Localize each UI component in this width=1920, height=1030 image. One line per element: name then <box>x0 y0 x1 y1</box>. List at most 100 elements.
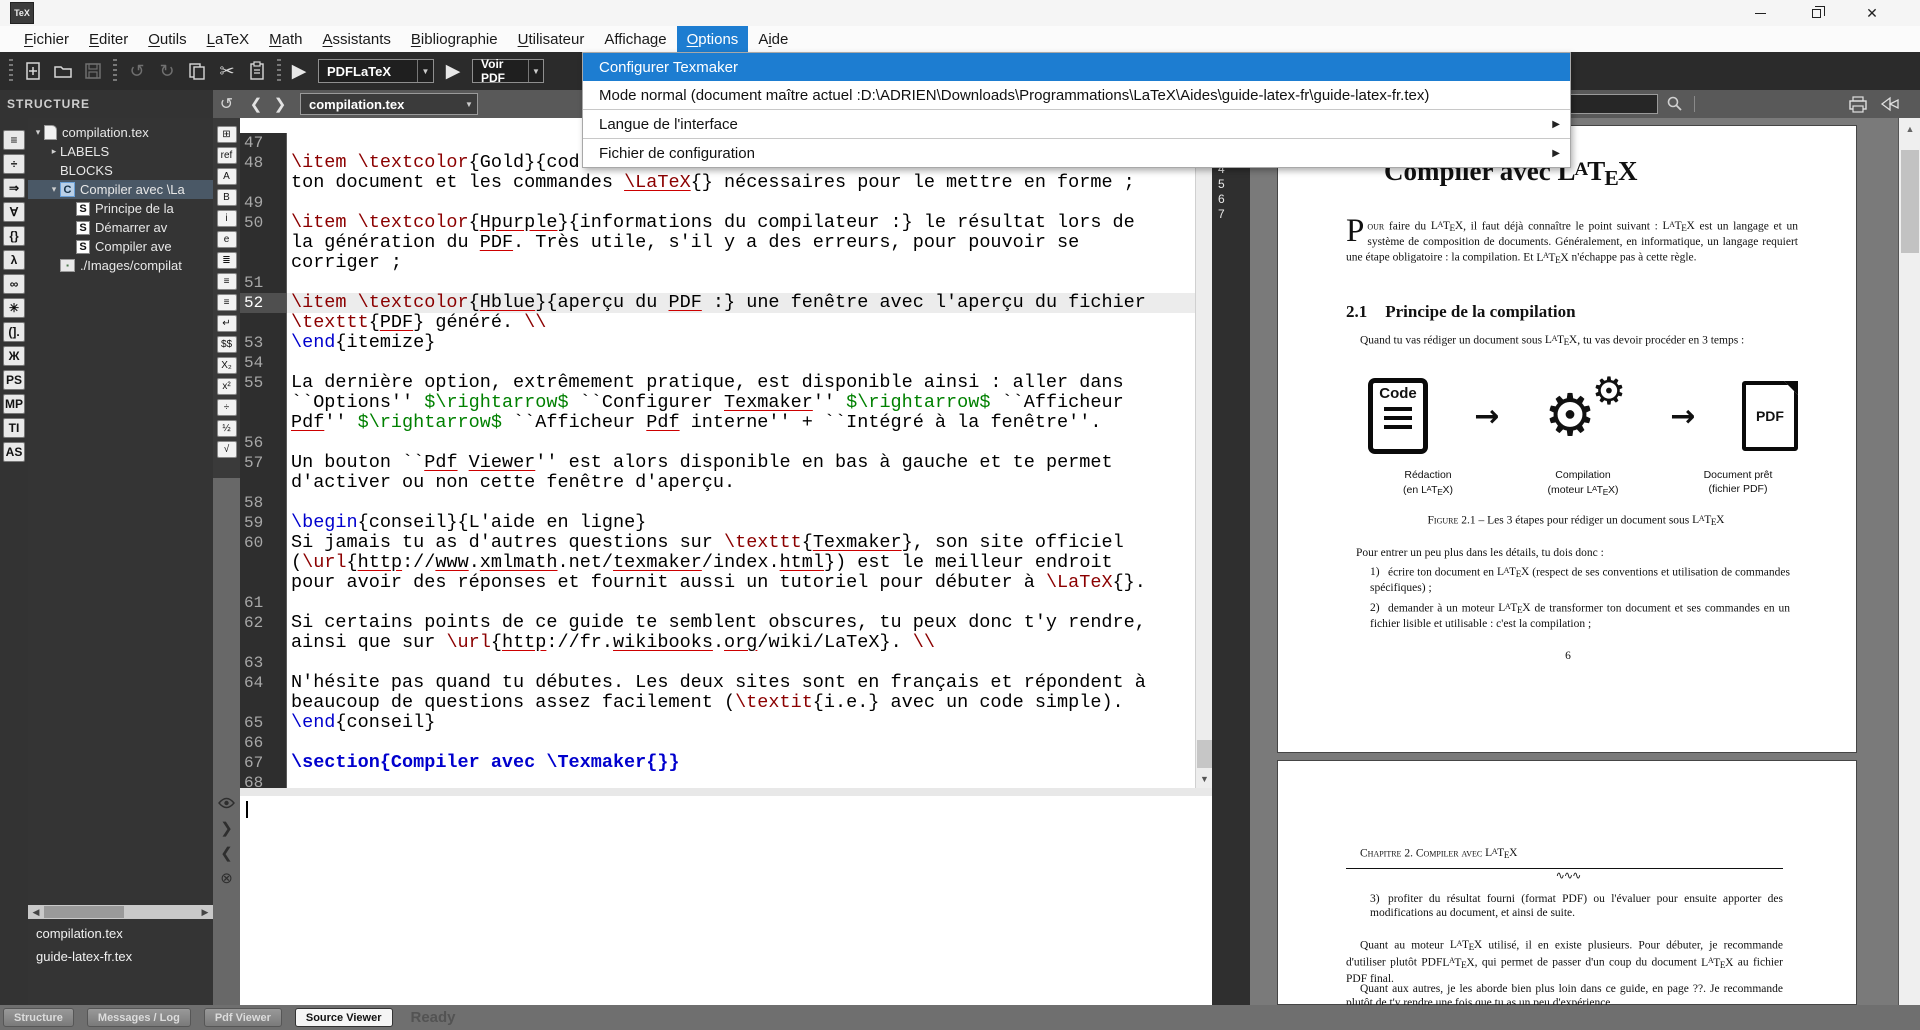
menu-utilisateur[interactable]: Utilisateur <box>508 26 595 52</box>
code-line[interactable]: 55La dernière option, extrêmement pratiq… <box>240 373 1212 393</box>
view-tab-messages-log[interactable]: Messages / Log <box>87 1008 191 1027</box>
code-line[interactable]: Pdf'' $\rightarrow$ ``Afficheur Pdf inte… <box>240 413 1212 433</box>
view-mode-select[interactable]: Voir PDF▼ <box>472 59 544 83</box>
code-line[interactable]: ``Options'' $\rightarrow$ ``Configurer T… <box>240 393 1212 413</box>
prev-document-icon[interactable]: ❮ <box>244 90 268 118</box>
editor-vertical-scrollbar[interactable]: ▼ <box>1195 118 1212 788</box>
menu-options[interactable]: Options <box>677 26 749 52</box>
flushleft-env-icon[interactable]: ≡ <box>217 294 237 311</box>
code-text[interactable]: \section{Compiler avec \Texmaker{}} <box>286 753 1212 773</box>
menu-aide[interactable]: Aide <box>748 26 798 52</box>
code-line[interactable]: ton document et les commandes \LaTeX{} n… <box>240 173 1212 193</box>
delimiters-icon[interactable]: (]. <box>3 322 25 342</box>
tree-item[interactable]: SPrincipe de la <box>28 199 213 218</box>
infinity-icon[interactable]: ∞ <box>3 274 25 294</box>
scroll-up-icon[interactable]: ▲ <box>1899 121 1920 137</box>
code-text[interactable]: corriger ; <box>286 253 1212 273</box>
scroll-right-icon[interactable]: ▶ <box>197 905 213 919</box>
code-line[interactable]: 56 <box>240 433 1212 453</box>
code-text[interactable]: Si jamais tu as d'autres questions sur \… <box>286 533 1212 553</box>
braces-icon[interactable]: {} <box>3 226 25 246</box>
undo-icon[interactable]: ↺ <box>122 56 152 86</box>
toolbar-grip[interactable] <box>9 59 13 83</box>
fraction-icon[interactable]: ÷ <box>3 154 25 174</box>
chevron-down-icon[interactable]: ▼ <box>417 60 433 82</box>
tree-item[interactable]: SCompiler ave <box>28 237 213 256</box>
external-viewer-icon[interactable] <box>1880 95 1900 118</box>
code-text[interactable]: pour avoir des réponses et fournit aussi… <box>286 573 1212 593</box>
refresh-structure-icon[interactable]: ↺ <box>213 90 240 118</box>
code-line[interactable]: pour avoir des réponses et fournit aussi… <box>240 573 1212 593</box>
metapost-icon[interactable]: MP <box>3 394 25 414</box>
open-file-button[interactable] <box>48 56 78 86</box>
misc-symbols-icon[interactable]: Ж <box>3 346 25 366</box>
paste-button[interactable] <box>242 56 272 86</box>
code-text[interactable]: ton document et les commandes \LaTeX{} n… <box>286 173 1212 193</box>
code-line[interactable]: 66 <box>240 733 1212 753</box>
code-line[interactable]: corriger ; <box>240 253 1212 273</box>
sqrt-icon[interactable]: √ <box>217 441 237 458</box>
minimize-button[interactable] <box>1738 0 1782 26</box>
code-line[interactable]: 65\end{conseil} <box>240 713 1212 733</box>
pdf-page-number[interactable]: 6 <box>1218 192 1250 207</box>
compile-mode-select[interactable]: PDFLaTeX▼ <box>318 59 434 83</box>
menu-bibliographie[interactable]: Bibliographie <box>401 26 508 52</box>
log-input-area[interactable] <box>240 788 1212 1005</box>
tree-item[interactable]: ▸LABELS <box>28 142 213 161</box>
scrollbar-thumb[interactable] <box>44 906 124 918</box>
structure-list-icon[interactable]: ≡ <box>3 130 25 150</box>
view-tab-pdf-viewer[interactable]: Pdf Viewer <box>204 1008 282 1027</box>
code-text[interactable]: Si certains points de ce guide te semble… <box>286 613 1212 633</box>
scrollbar-thumb[interactable] <box>1197 740 1212 768</box>
redo-icon[interactable]: ↻ <box>152 56 182 86</box>
code-line[interactable]: 61 <box>240 593 1212 613</box>
toolbar-grip[interactable] <box>113 59 117 83</box>
code-text[interactable]: ainsi que sur \url{http://fr.wikibooks.o… <box>286 633 1212 653</box>
pdf-page-number[interactable]: 5 <box>1218 177 1250 192</box>
cut-icon[interactable]: ✂ <box>212 56 242 86</box>
menu-math[interactable]: Math <box>259 26 312 52</box>
scroll-left-icon[interactable]: ◀ <box>28 905 44 919</box>
code-text[interactable]: \item \textcolor{Hblue}{aperçu du PDF :}… <box>286 293 1212 313</box>
frac-icon[interactable]: ÷ <box>217 399 237 416</box>
new-document-button[interactable] <box>18 56 48 86</box>
code-line[interactable]: 50\item \textcolor{Hpurple}{informations… <box>240 213 1212 233</box>
menu-assistants[interactable]: Assistants <box>313 26 401 52</box>
asymptote-icon[interactable]: AS <box>3 442 25 462</box>
menu-latex[interactable]: LaTeX <box>197 26 260 52</box>
code-line[interactable]: (\url{http://www.xmlmath.net/texmaker/in… <box>240 553 1212 573</box>
code-line[interactable]: 60Si jamais tu as d'autres questions sur… <box>240 533 1212 553</box>
code-text[interactable]: La dernière option, extrêmement pratique… <box>286 373 1212 393</box>
code-line[interactable]: 52\item \textcolor{Hblue}{aperçu du PDF … <box>240 293 1212 313</box>
code-text[interactable]: d'activer ou non cette fenêtre d'aperçu. <box>286 473 1212 493</box>
menu-item[interactable]: Mode normal (document maître actuel :D:\… <box>583 81 1570 109</box>
structure-horizontal-scrollbar[interactable]: ◀ ▶ <box>28 905 213 919</box>
code-area[interactable]: 4748\item \textcolor{Gold}{codton docume… <box>240 118 1212 788</box>
menu-outils[interactable]: Outils <box>138 26 196 52</box>
toolbar-grip[interactable] <box>277 59 281 83</box>
pdf-vertical-scrollbar[interactable]: ▲ <box>1898 118 1920 1005</box>
code-line[interactable]: beaucoup de questions assez facilement (… <box>240 693 1212 713</box>
code-text[interactable] <box>286 773 1212 788</box>
code-line[interactable]: d'activer ou non cette fenêtre d'aperçu. <box>240 473 1212 493</box>
open-file-item[interactable]: compilation.tex <box>28 922 213 945</box>
code-text[interactable]: N'hésite pas quand tu débutes. Les deux … <box>286 673 1212 693</box>
pdf-page-number[interactable]: 7 <box>1218 207 1250 222</box>
code-text[interactable]: Un bouton ``Pdf Viewer'' est alors dispo… <box>286 453 1212 473</box>
prev-error-icon[interactable]: ❮ <box>220 844 233 862</box>
menu-fichier[interactable]: Fichier <box>14 26 79 52</box>
tree-item[interactable]: ▾CCompiler avec \La <box>28 180 213 199</box>
scrollbar-thumb[interactable] <box>1901 150 1919 253</box>
code-text[interactable]: \end{conseil} <box>286 713 1212 733</box>
new-label-icon[interactable]: ⊞ <box>217 126 237 143</box>
code-line[interactable]: 51 <box>240 273 1212 293</box>
code-text[interactable] <box>286 193 1212 213</box>
fontsize-icon[interactable]: A <box>217 168 237 185</box>
code-line[interactable]: 59\begin{conseil}{L'aide en ligne} <box>240 513 1212 533</box>
code-text[interactable]: ``Options'' $\rightarrow$ ``Configurer T… <box>286 393 1212 413</box>
code-text[interactable]: \end{itemize} <box>286 333 1212 353</box>
emph-icon[interactable]: e <box>217 231 237 248</box>
code-text[interactable]: la génération du PDF. Très utile, s'il y… <box>286 233 1212 253</box>
code-line[interactable]: \texttt{PDF} généré. \\ <box>240 313 1212 333</box>
code-line[interactable]: 63 <box>240 653 1212 673</box>
